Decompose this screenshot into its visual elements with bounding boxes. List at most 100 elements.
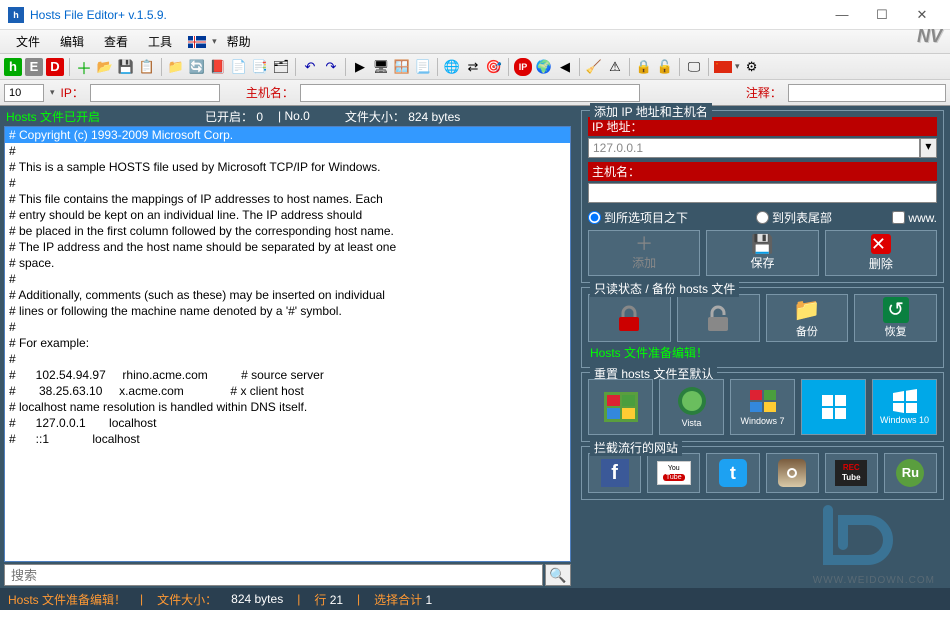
editor-line[interactable]: # entry should be kept on an individual … [5, 207, 570, 223]
menu-help[interactable]: 帮助 [217, 30, 261, 53]
editor-line[interactable]: # [5, 271, 570, 287]
save-icon[interactable]: 💾 [117, 58, 135, 76]
facebook-button[interactable]: f [588, 453, 641, 493]
comment-input[interactable] [788, 84, 946, 102]
warn-icon[interactable]: ⚠ [606, 58, 624, 76]
os-vista-button[interactable]: Vista [659, 379, 724, 435]
gear-icon[interactable]: ⚙ [743, 58, 761, 76]
editor-line[interactable]: # space. [5, 255, 570, 271]
x-icon: ✕ [871, 234, 891, 254]
ip-dropdown-icon[interactable]: ▾ [920, 138, 937, 158]
search-input[interactable] [4, 564, 543, 586]
menu-file[interactable]: 文件 [6, 30, 50, 53]
instagram-button[interactable] [766, 453, 819, 493]
editor-line[interactable]: # The IP address and the host name shoul… [5, 239, 570, 255]
lock-gray-button[interactable] [677, 294, 760, 342]
os-xp-button[interactable] [588, 379, 653, 435]
undo-icon[interactable]: ↶ [301, 58, 319, 76]
folder-icon[interactable]: 📁 [167, 58, 185, 76]
flag-dropdown-icon[interactable]: ▾ [735, 61, 740, 72]
editor-line[interactable]: # This is a sample HOSTS file used by Mi… [5, 159, 570, 175]
menu-edit[interactable]: 编辑 [50, 30, 94, 53]
os-win8-button[interactable] [801, 379, 866, 435]
checkbox-www[interactable]: www. [892, 211, 937, 225]
maximize-button[interactable]: ☐ [862, 1, 902, 29]
saveas-icon[interactable]: 📋 [138, 58, 156, 76]
broom-icon[interactable]: 🧹 [585, 58, 603, 76]
rutube-button[interactable]: Ru [884, 453, 937, 493]
unlock-icon[interactable]: 🔓 [656, 58, 674, 76]
os-win7-button[interactable]: Windows 7 [730, 379, 795, 435]
rectube-button[interactable]: RECTube [825, 453, 878, 493]
editor-line[interactable]: # For example: [5, 335, 570, 351]
play-icon[interactable]: ▶ [351, 58, 369, 76]
radio-below[interactable]: 到所选项目之下 [588, 209, 688, 226]
radio-end[interactable]: 到列表尾部 [756, 209, 832, 226]
page-icon[interactable]: 📃 [414, 58, 432, 76]
restore-button[interactable]: ↺恢复 [854, 294, 937, 342]
twitter-button[interactable]: t [706, 453, 759, 493]
instagram-icon [778, 459, 806, 487]
delete-button[interactable]: ✕删除 [825, 230, 937, 276]
btn-d[interactable]: D [46, 58, 64, 76]
search-button[interactable]: 🔍 [545, 564, 571, 586]
globe2-icon[interactable]: 🌍 [535, 58, 553, 76]
editor[interactable]: # Copyright (c) 1993-2009 Microsoft Corp… [4, 126, 571, 562]
doc-icon[interactable]: 📄 [230, 58, 248, 76]
editor-line[interactable]: # be placed in the first column followed… [5, 223, 570, 239]
hostname-input[interactable] [588, 183, 937, 203]
back-icon[interactable]: ◀ [556, 58, 574, 76]
editor-line[interactable]: # Copyright (c) 1993-2009 Microsoft Corp… [5, 127, 570, 143]
add-button[interactable]: ＋添加 [588, 230, 700, 276]
window-icon[interactable]: 🪟 [393, 58, 411, 76]
youtube-button[interactable]: YouTube [647, 453, 700, 493]
arrows-icon[interactable]: ⇄ [464, 58, 482, 76]
floppy-icon: 💾 [751, 235, 773, 253]
editor-line[interactable]: # This file contains the mappings of IP … [5, 191, 570, 207]
btn-h[interactable]: h [4, 58, 22, 76]
save-button[interactable]: 💾保存 [706, 230, 818, 276]
book-icon[interactable]: 📕 [209, 58, 227, 76]
editor-line[interactable]: # [5, 351, 570, 367]
lock-icon[interactable]: 🔒 [635, 58, 653, 76]
minimize-button[interactable]: — [822, 1, 862, 29]
editor-line[interactable]: # lines or following the machine name de… [5, 303, 570, 319]
os-win10-button[interactable]: Windows 10 [872, 379, 937, 435]
ip-input[interactable] [90, 84, 220, 102]
editor-line[interactable]: # 127.0.0.1 localhost [5, 415, 570, 431]
btn-e[interactable]: E [25, 58, 43, 76]
backup-button[interactable]: 📁备份 [766, 294, 849, 342]
index-no: | No.0 [278, 109, 310, 123]
app-icon: h [8, 7, 24, 23]
editor-line[interactable]: # localhost name resolution is handled w… [5, 399, 570, 415]
globe-icon[interactable]: 🌐 [443, 58, 461, 76]
add-icon[interactable]: ＋ [75, 58, 93, 76]
ip-icon[interactable]: IP [514, 58, 532, 76]
folder2-icon[interactable]: 🗂 [272, 58, 290, 76]
editor-line[interactable]: # [5, 143, 570, 159]
editor-line[interactable]: # 38.25.63.10 x.acme.com # x client host [5, 383, 570, 399]
refresh-icon[interactable]: 🔄 [188, 58, 206, 76]
editor-line[interactable]: # Additionally, comments (such as these)… [5, 287, 570, 303]
lock-red-button[interactable] [588, 294, 671, 342]
monitor-icon[interactable]: 🖥 [372, 58, 390, 76]
folder-open-icon[interactable]: 📂 [96, 58, 114, 76]
editor-line[interactable]: # [5, 175, 570, 191]
cn-flag-icon[interactable] [714, 58, 732, 76]
host-input[interactable] [300, 84, 640, 102]
flag-icon[interactable] [182, 36, 212, 48]
editor-line[interactable]: # [5, 319, 570, 335]
twitter-icon: t [719, 459, 747, 487]
close-button[interactable]: ✕ [902, 1, 942, 29]
editor-line[interactable]: # 102.54.94.97 rhino.acme.com # source s… [5, 367, 570, 383]
ip-address-input[interactable] [588, 138, 920, 158]
menu-view[interactable]: 查看 [94, 30, 138, 53]
editor-line[interactable]: # ::1 localhost [5, 431, 570, 447]
docs-icon[interactable]: 📑 [251, 58, 269, 76]
menu-tools[interactable]: 工具 [138, 30, 182, 53]
count-input[interactable] [4, 84, 44, 102]
redo-icon[interactable]: ↷ [322, 58, 340, 76]
titlebar: h Hosts File Editor+ v.1.5.9. — ☐ ✕ [0, 0, 950, 30]
screen-icon[interactable]: 🖵 [685, 58, 703, 76]
target-icon[interactable]: 🎯 [485, 58, 503, 76]
